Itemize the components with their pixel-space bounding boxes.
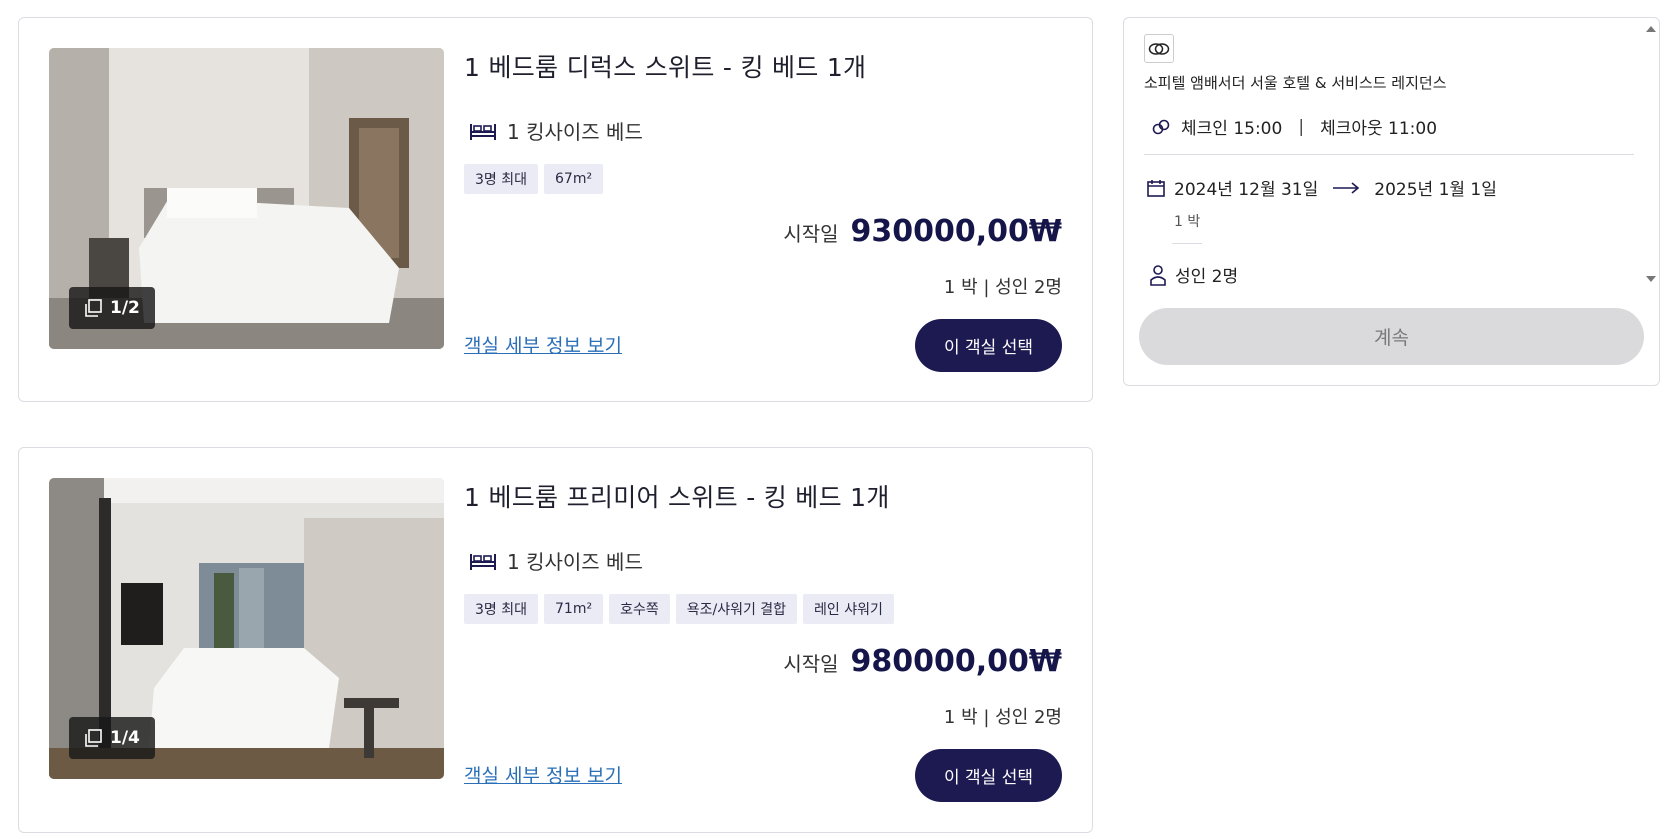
room-card: 1/4 1 베드룸 프리미어 스위트 - 킹 베드 1개 1 킹사이즈 베드 3… [18,447,1093,833]
check-in-time: 체크인 15:00 [1181,119,1283,139]
hotel-logo [1144,34,1174,63]
select-room-button[interactable]: 이 객실 선택 [915,749,1062,802]
tag-capacity: 3명 최대 [464,594,538,624]
link-icon [1152,119,1170,134]
tag-size: 67m² [544,164,604,194]
guest-info[interactable]: 성인 2명 [1149,262,1238,287]
tag-view: 호수쪽 [609,594,670,624]
stay-dates[interactable]: 2024년 12월 31일 2025년 1월 1일 [1146,175,1497,200]
hotel-brand-icon [1148,42,1170,55]
date-to: 2025년 1월 1일 [1374,180,1497,200]
photo-counter[interactable]: 1/2 [69,287,155,329]
room-tags: 3명 최대 71m² 호수쪽 욕조/샤워기 결합 레인 샤워기 [464,594,894,624]
divider [1172,243,1202,244]
hotel-name: 소피텔 앰배서더 서울 호텔 & 서비스드 레지던스 [1144,74,1447,92]
person-icon [1150,264,1166,286]
divider [1144,154,1634,155]
room-title: 1 베드룸 디럭스 스위트 - 킹 베드 1개 [464,53,867,82]
calendar-icon [1147,179,1165,197]
room-details-link[interactable]: 객실 세부 정보 보기 [464,761,622,788]
arrow-right-icon [1333,181,1360,194]
stay-info: 1 박 | 성인 2명 [943,277,1062,298]
photo-counter-text: 1/2 [110,298,140,318]
price-prefix: 시작일 [783,222,839,246]
stay-info: 1 박 | 성인 2명 [943,707,1062,728]
room-tags: 3명 최대 67m² [464,164,604,194]
bed-info: 1 킹사이즈 베드 [469,116,643,145]
room-card: 1/2 1 베드룸 디럭스 스위트 - 킹 베드 1개 1 킹사이즈 베드 3명… [18,17,1093,402]
photo-counter[interactable]: 1/4 [69,717,155,759]
date-from: 2024년 12월 31일 [1174,180,1319,200]
room-photo[interactable]: 1/2 [49,48,444,349]
price-row: 시작일 930000,00₩ [783,214,1062,249]
gallery-icon [85,729,102,747]
scroll-down-arrow[interactable] [1646,276,1656,282]
check-separator: | [1298,116,1305,137]
nights-count: 1 박 [1174,214,1201,230]
scroll-up-arrow[interactable] [1646,26,1656,32]
tag-capacity: 3명 최대 [464,164,538,194]
bed-label: 1 킹사이즈 베드 [507,550,643,574]
bed-label: 1 킹사이즈 베드 [507,120,643,144]
price-row: 시작일 980000,00₩ [783,644,1062,679]
room-photo[interactable]: 1/4 [49,478,444,779]
tag-bath: 욕조/샤워기 결합 [675,594,798,624]
photo-counter-text: 1/4 [110,728,140,748]
continue-button[interactable]: 계속 [1139,308,1644,365]
tag-size: 71m² [544,594,604,624]
booking-summary: 소피텔 앰배서더 서울 호텔 & 서비스드 레지던스 체크인 15:00 | 체… [1123,17,1660,386]
guest-count: 성인 2명 [1175,267,1239,287]
gallery-icon [85,299,102,317]
tag-shower: 레인 샤워기 [803,594,894,624]
bed-info: 1 킹사이즈 베드 [469,546,643,575]
bed-icon [470,553,496,570]
room-title: 1 베드룸 프리미어 스위트 - 킹 베드 1개 [464,483,890,512]
check-times: 체크인 15:00 | 체크아웃 11:00 [1151,114,1437,139]
price-prefix: 시작일 [783,652,839,676]
room-details-link[interactable]: 객실 세부 정보 보기 [464,331,622,358]
price-value: 930000,00₩ [850,214,1062,249]
select-room-button[interactable]: 이 객실 선택 [915,319,1062,372]
bed-icon [470,123,496,140]
check-out-time: 체크아웃 11:00 [1320,119,1438,139]
price-value: 980000,00₩ [850,644,1062,679]
